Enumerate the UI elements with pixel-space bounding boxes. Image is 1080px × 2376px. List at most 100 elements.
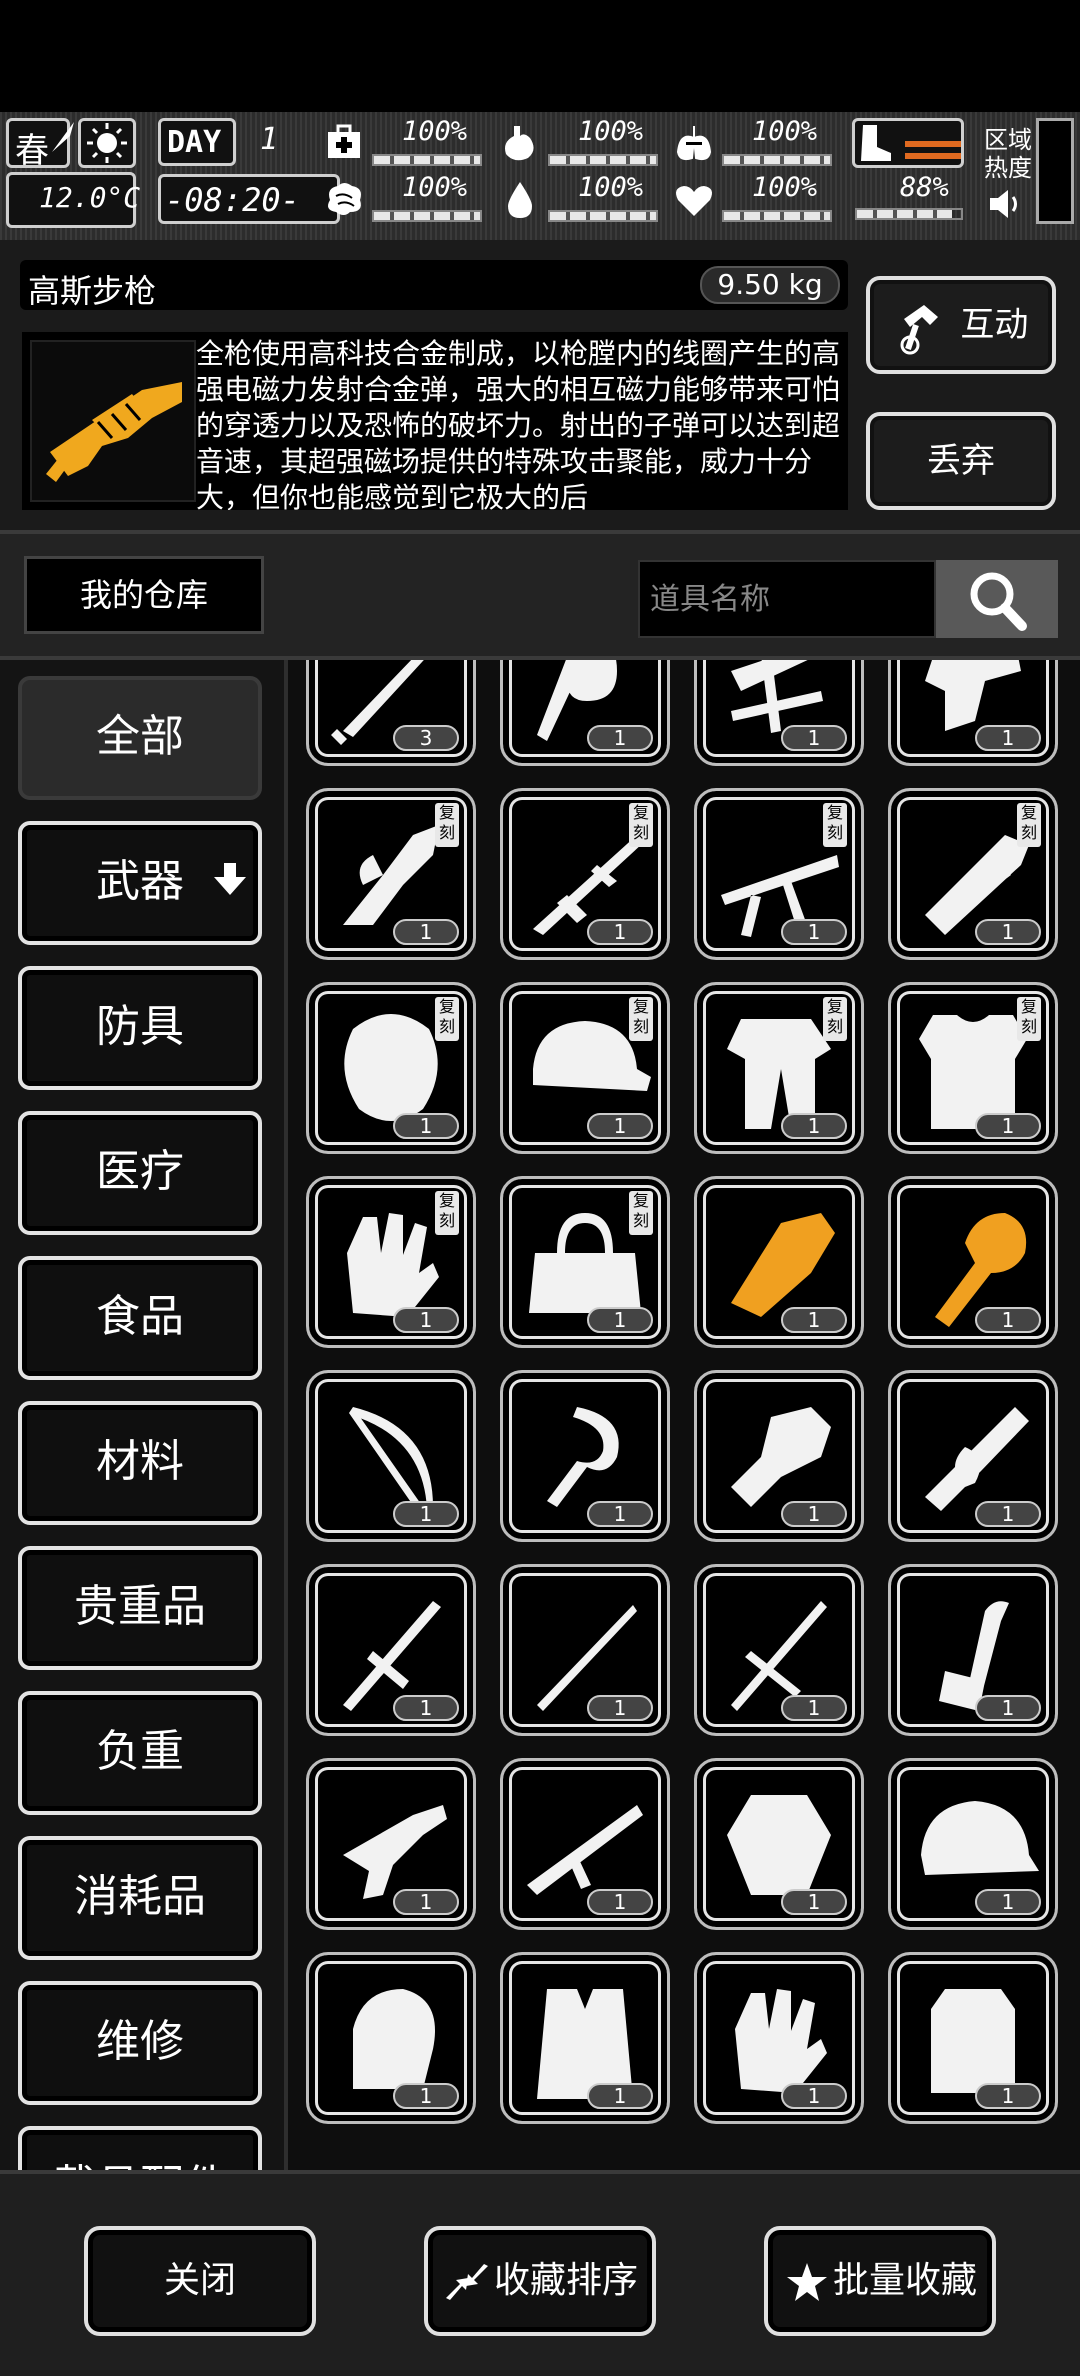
my-repository-button[interactable]: 我的仓库 [24,556,264,634]
category-label: 全部 [96,711,184,762]
item-slot-bag[interactable]: 复刻 1 [500,1176,670,1348]
item-count: 1 [587,725,653,751]
close-button[interactable]: 关闭 [84,2226,316,2336]
item-slot-gloves[interactable]: 复刻 1 [306,1176,476,1348]
item-slot-sword[interactable]: 复刻3 [306,660,476,766]
water-drop-icon [508,182,532,218]
category-label: 负重 [96,1726,184,1777]
discard-label: 丢弃 [927,441,995,481]
replica-badge: 复刻 [823,803,847,847]
item-slot-crossbow[interactable]: 复刻1 [694,660,864,766]
zone-heat-label: 区域热度 [984,126,1032,182]
item-slot-chain-whip[interactable]: 1 [500,1370,670,1542]
item-slot-lute-axe[interactable]: 1 [888,1564,1058,1736]
batch-favorite-label: 批量收藏 [832,2260,977,2301]
load-warning-bars [905,141,961,147]
category-label: 材料 [96,1436,184,1487]
lung-icon [676,126,712,161]
item-slot-bull-cap[interactable]: 1 [888,1758,1058,1930]
gauss-rifle-icon [46,382,182,482]
feather-icon [52,122,74,152]
item-slot-cannon[interactable]: 复刻 1 [888,788,1058,960]
item-slot-spear[interactable]: 1 [306,1564,476,1736]
category-3[interactable]: 医疗 [18,1111,262,1235]
category-10[interactable]: 载具配件 [18,2126,262,2170]
clock-readout: -08:20- [165,181,300,219]
category-label: 食品 [96,1291,184,1342]
category-0[interactable]: 全部 [18,676,262,800]
category-9[interactable]: 维修 [18,1981,262,2105]
brain-icon [328,183,361,215]
item-slot-katana[interactable]: 1 [500,1564,670,1736]
my-repository-label: 我的仓库 [79,576,208,614]
item-slot-robe[interactable]: 复刻 1 [694,982,864,1154]
item-count: 3 [393,725,459,751]
item-search-input[interactable] [638,560,936,638]
stat-stamina-value: 100% [752,116,818,147]
interact-button[interactable]: 互动 [866,276,1056,374]
category-label: 载具配件 [52,2161,228,2170]
replica-badge: 复刻 [1017,803,1041,847]
bottom-bar: 关闭 收藏排序 批量收藏 [0,2170,1080,2376]
item-slot-dragon-gun[interactable]: 复刻 1 [306,788,476,960]
day-number: 1 [260,122,279,157]
stat-hunger-meter [548,154,658,166]
item-count: 1 [975,725,1041,751]
star-icon [786,2263,827,2301]
stat-hunger-value: 100% [578,116,644,147]
category-4[interactable]: 食品 [18,1256,262,1380]
item-slot-pistol[interactable]: 复刻1 [888,660,1058,766]
medkit-icon [328,124,360,158]
item-weight: 9.50 kg [700,266,840,304]
item-slot-halberd[interactable]: 1 [694,1564,864,1736]
item-slot-gauntlet[interactable]: 1 [694,1370,864,1542]
category-1[interactable]: 武器 [18,821,262,945]
item-slot-gas-mask[interactable]: 复刻 1 [306,982,476,1154]
discard-button[interactable]: 丢弃 [866,412,1056,510]
sort-favorites-button[interactable]: 收藏排序 [424,2226,656,2336]
weather-box [78,118,136,168]
item-name: 高斯步枪 [28,272,157,310]
item-slot-gold-blade[interactable]: 1 [694,1176,864,1348]
item-slot-vest[interactable]: 复刻 1 [888,982,1058,1154]
speaker-icon[interactable] [986,184,1026,224]
item-slot-cap[interactable]: 复刻 1 [500,982,670,1154]
load-value: 88% [900,172,949,203]
search-button[interactable] [936,560,1058,638]
item-slot-horse-helm[interactable]: 1 [306,1952,476,2124]
item-slot-armor-plate[interactable]: 1 [694,1758,864,1930]
sort-favorites-label: 收藏排序 [493,2260,638,2301]
batch-favorite-button[interactable]: 批量收藏 [764,2226,996,2336]
category-7[interactable]: 负重 [18,1691,262,1815]
item-slot-sniper-rifle[interactable]: 复刻 1 [500,788,670,960]
item-count: 1 [587,1307,653,1333]
search-icon [970,572,1027,631]
item-slot-tactical-vest[interactable]: 1 [500,1952,670,2124]
category-5[interactable]: 材料 [18,1401,262,1525]
close-label: 关闭 [163,2260,236,2301]
item-count: 1 [975,1307,1041,1333]
item-slot-whip[interactable]: 复刻1 [500,660,670,766]
item-grid: 复刻3复刻1复刻1复刻1复刻1复刻1复刻1复刻1复刻1复刻1复刻1复刻1复刻1复… [284,660,1080,2170]
item-slot-machine-gun[interactable]: 复刻 1 [694,788,864,960]
item-count: 1 [587,919,653,945]
item-slot-turret[interactable]: 1 [306,1758,476,1930]
item-slot-gold-mace[interactable]: 1 [888,1176,1058,1348]
interact-label: 互动 [960,305,1029,345]
item-slot-rifle[interactable]: 1 [500,1758,670,1930]
category-8[interactable]: 消耗品 [18,1836,262,1960]
item-slot-work-gloves[interactable]: 1 [694,1952,864,2124]
item-slot-chainsaw[interactable]: 1 [888,1370,1058,1542]
category-6[interactable]: 贵重品 [18,1546,262,1670]
replica-badge: 复刻 [629,997,653,1041]
repository-bar: 我的仓库 [0,530,1080,660]
item-slot-bow[interactable]: 1 [306,1370,476,1542]
season-label: 春 [15,131,49,171]
item-title-bar: 高斯步枪 9.50 kg [20,260,848,310]
category-2[interactable]: 防具 [18,966,262,1090]
item-slot-backpack[interactable]: 1 [888,1952,1058,2124]
category-label: 武器 [96,856,184,907]
load-box [852,118,964,168]
item-count: 1 [781,1695,847,1721]
load-meter [855,208,963,220]
